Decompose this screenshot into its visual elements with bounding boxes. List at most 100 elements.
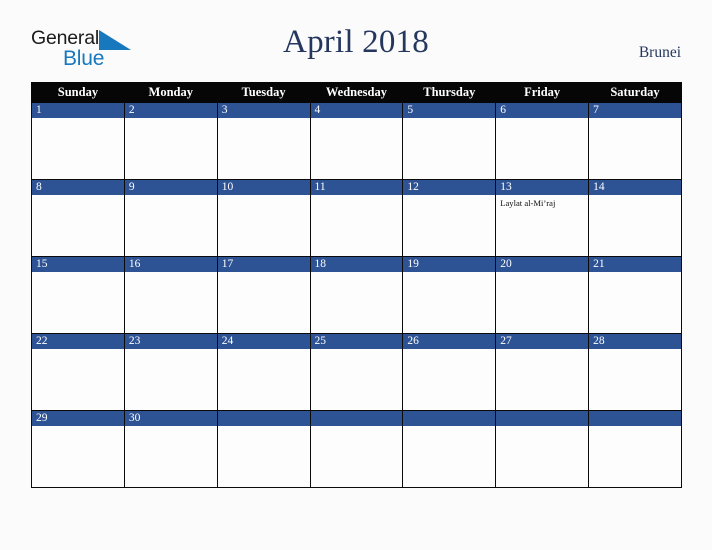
day-cell-inner: 7	[589, 103, 681, 179]
calendar-day-cell[interactable]: 12	[402, 179, 497, 257]
day-cell-inner: 29	[32, 411, 124, 487]
calendar-week-row: 15 16 17 18 19 20 21	[31, 256, 682, 334]
day-events: Laylat al-Mi’raj	[496, 195, 588, 209]
day-number: 3	[217, 103, 310, 118]
day-cell-inner: 13 Laylat al-Mi’raj	[496, 180, 589, 256]
day-number: 22	[32, 334, 124, 349]
calendar-empty-cell[interactable]	[495, 410, 590, 488]
calendar-empty-cell[interactable]	[309, 410, 404, 488]
day-cell-inner: 19	[403, 257, 496, 333]
calendar-weekday-header: Sunday Monday Tuesday Wednesday Thursday Frid…	[31, 82, 682, 103]
day-cell-inner: 30	[124, 411, 217, 487]
day-cell-inner: 26	[403, 334, 496, 410]
day-cell-inner: 8	[32, 180, 124, 256]
calendar-grid: Sunday Monday Tuesday Wednesday Thursday Frid…	[31, 82, 682, 488]
calendar-empty-cell[interactable]	[588, 410, 682, 488]
weekday-header-tuesday: Tuesday	[216, 82, 311, 103]
calendar-week-row: 22 23 24 25 26 27 28	[31, 333, 682, 411]
day-number: 20	[496, 257, 589, 272]
calendar-day-cell[interactable]: 23	[123, 333, 218, 411]
calendar-day-cell[interactable]: 24	[216, 333, 311, 411]
day-number	[217, 411, 310, 426]
calendar-day-cell[interactable]: 6	[495, 102, 590, 180]
page-header: General Blue April 2018 Brunei	[0, 0, 712, 78]
day-number: 9	[124, 180, 217, 195]
day-cell-inner: 5	[403, 103, 496, 179]
calendar-day-cell[interactable]: 5	[402, 102, 497, 180]
day-number: 25	[310, 334, 403, 349]
day-number: 28	[589, 334, 681, 349]
calendar-week-row: 8 9 10 11 12 13 Laylat al-Mi’raj 14	[31, 179, 682, 257]
day-number: 8	[32, 180, 124, 195]
calendar-day-cell[interactable]: 4	[309, 102, 404, 180]
day-cell-inner: 27	[496, 334, 589, 410]
day-cell-inner	[403, 411, 496, 487]
day-number: 2	[124, 103, 217, 118]
calendar-day-cell[interactable]: 9	[123, 179, 218, 257]
calendar-day-cell[interactable]: 2	[123, 102, 218, 180]
day-number: 21	[589, 257, 681, 272]
day-cell-inner: 4	[310, 103, 403, 179]
calendar-day-cell[interactable]: 22	[31, 333, 125, 411]
day-number: 18	[310, 257, 403, 272]
calendar-day-cell[interactable]: 16	[123, 256, 218, 334]
calendar-day-cell[interactable]: 8	[31, 179, 125, 257]
day-cell-inner	[310, 411, 403, 487]
day-number: 12	[403, 180, 496, 195]
day-cell-inner: 2	[124, 103, 217, 179]
day-number: 24	[217, 334, 310, 349]
calendar-day-cell[interactable]: 30	[123, 410, 218, 488]
calendar-day-cell[interactable]: 17	[216, 256, 311, 334]
day-cell-inner: 20	[496, 257, 589, 333]
holiday-event: Laylat al-Mi’raj	[500, 198, 556, 208]
day-number: 17	[217, 257, 310, 272]
calendar-day-cell[interactable]: 14	[588, 179, 682, 257]
calendar-body: 1 2 3 4 5 6 7 8 9 10 11 12 13 Laylat al-Mi’raj 14 15 16 1…	[31, 102, 682, 488]
day-number: 16	[124, 257, 217, 272]
calendar-day-cell[interactable]: 26	[402, 333, 497, 411]
day-number	[310, 411, 403, 426]
day-cell-inner: 18	[310, 257, 403, 333]
day-number: 27	[496, 334, 589, 349]
calendar-day-cell[interactable]: 29	[31, 410, 125, 488]
calendar-day-cell[interactable]: 28	[588, 333, 682, 411]
day-number	[403, 411, 496, 426]
day-cell-inner	[589, 411, 681, 487]
day-cell-inner: 3	[217, 103, 310, 179]
day-cell-inner: 12	[403, 180, 496, 256]
page-title: April 2018	[283, 24, 429, 60]
calendar-day-cell[interactable]: 19	[402, 256, 497, 334]
calendar-day-cell[interactable]: 21	[588, 256, 682, 334]
day-cell-inner: 23	[124, 334, 217, 410]
calendar-day-cell[interactable]: 13 Laylat al-Mi’raj	[495, 179, 590, 257]
day-number: 6	[496, 103, 589, 118]
day-number	[496, 411, 589, 426]
calendar-day-cell[interactable]: 25	[309, 333, 404, 411]
calendar-day-cell[interactable]: 11	[309, 179, 404, 257]
day-number: 26	[403, 334, 496, 349]
day-cell-inner	[217, 411, 310, 487]
day-number: 4	[310, 103, 403, 118]
calendar-empty-cell[interactable]	[216, 410, 311, 488]
day-number: 1	[32, 103, 124, 118]
day-cell-inner: 9	[124, 180, 217, 256]
calendar-day-cell[interactable]: 3	[216, 102, 311, 180]
day-cell-inner: 15	[32, 257, 124, 333]
weekday-header-sunday: Sunday	[31, 82, 125, 103]
calendar-day-cell[interactable]: 15	[31, 256, 125, 334]
day-cell-inner: 11	[310, 180, 403, 256]
weekday-header-saturday: Saturday	[588, 82, 682, 103]
calendar-day-cell[interactable]: 20	[495, 256, 590, 334]
weekday-header-row: Sunday Monday Tuesday Wednesday Thursday Frid…	[31, 82, 682, 103]
weekday-header-friday: Friday	[495, 82, 590, 103]
calendar-day-cell[interactable]: 7	[588, 102, 682, 180]
day-cell-inner: 22	[32, 334, 124, 410]
calendar-day-cell[interactable]: 27	[495, 333, 590, 411]
day-cell-inner: 16	[124, 257, 217, 333]
calendar-day-cell[interactable]: 18	[309, 256, 404, 334]
weekday-header-wednesday: Wednesday	[309, 82, 404, 103]
calendar-day-cell[interactable]: 1	[31, 102, 125, 180]
calendar-empty-cell[interactable]	[402, 410, 497, 488]
day-number: 29	[32, 411, 124, 426]
calendar-day-cell[interactable]: 10	[216, 179, 311, 257]
